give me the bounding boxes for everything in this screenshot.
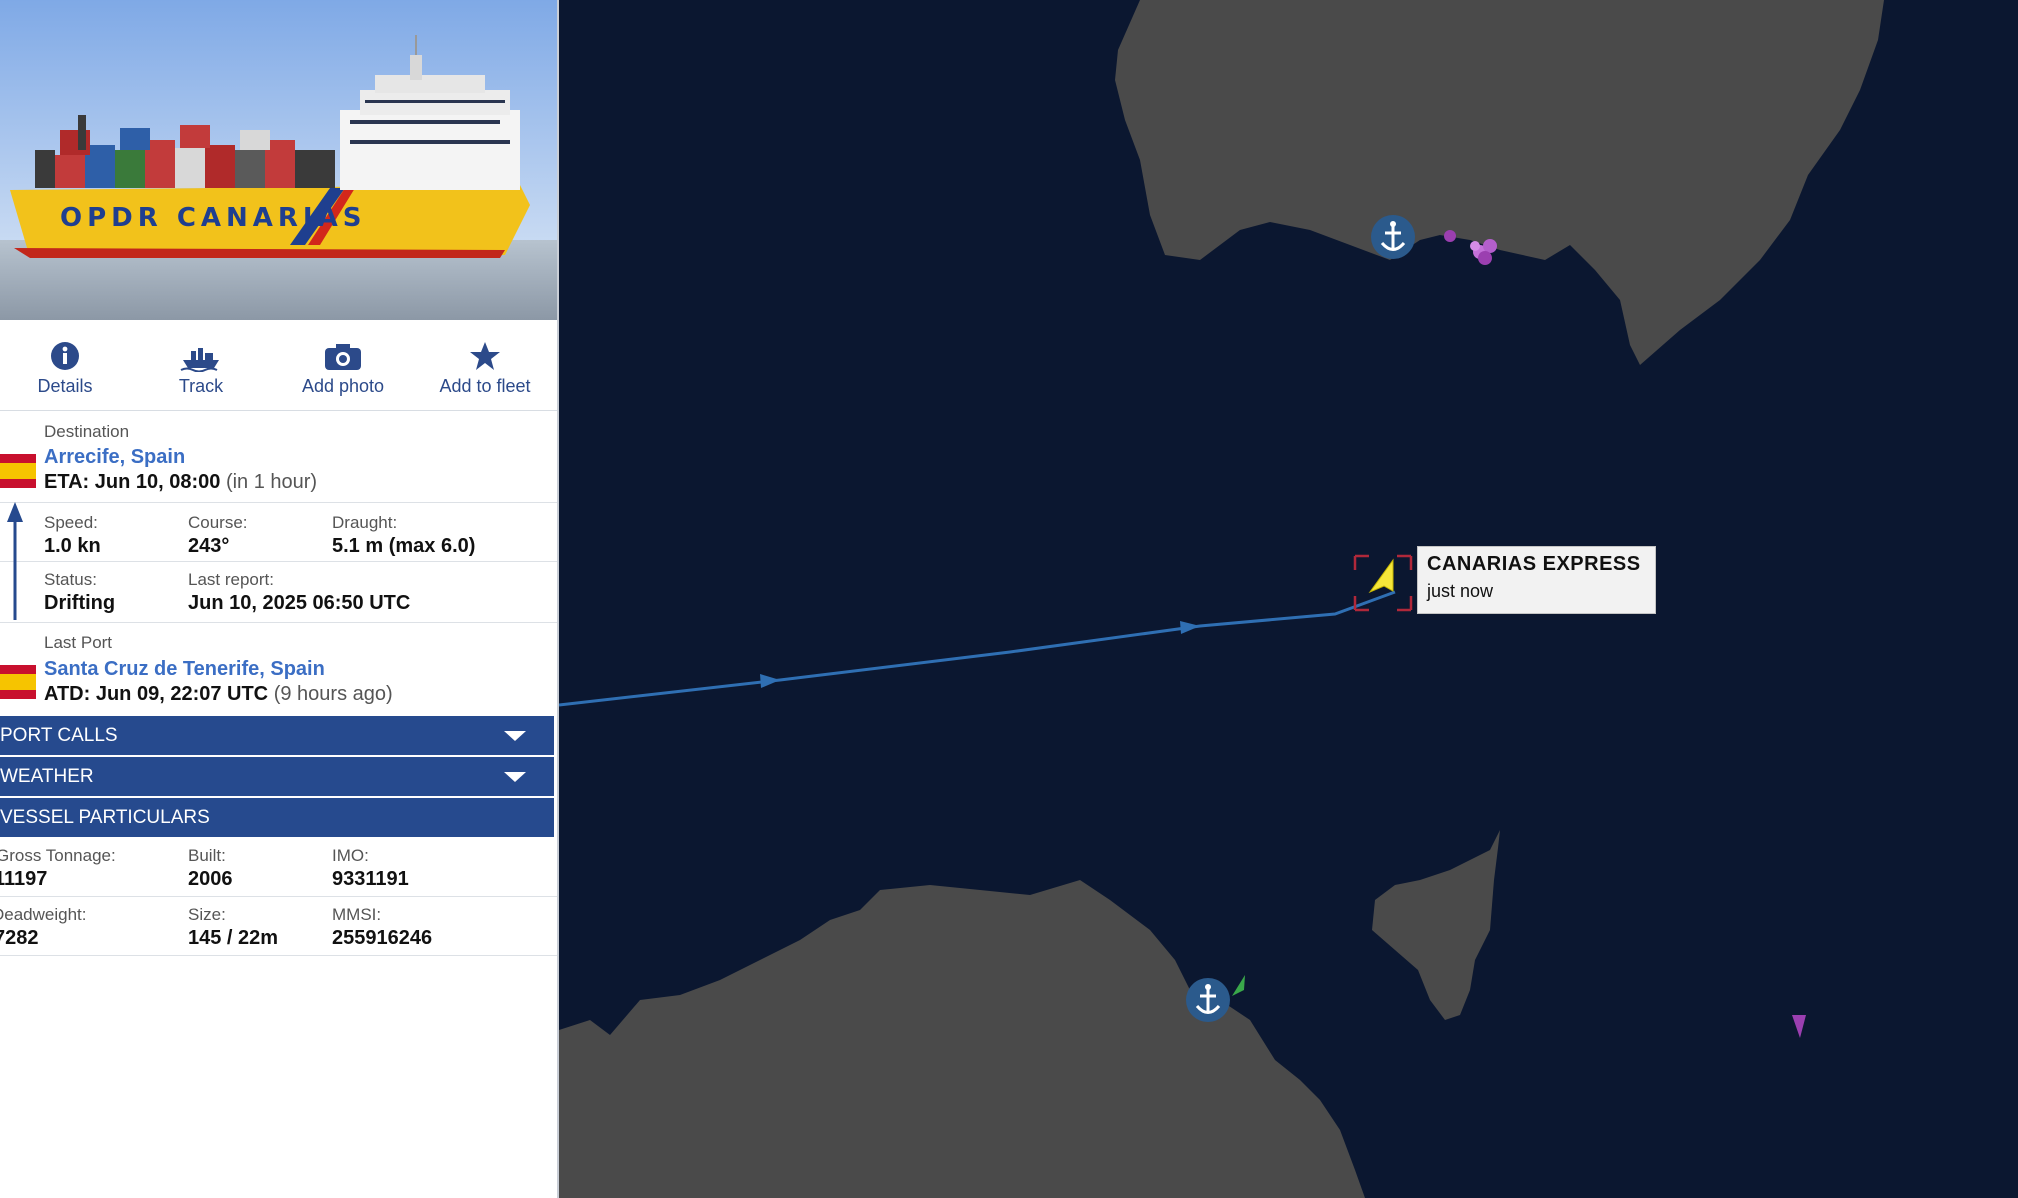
navigation-section: Speed: 1.0 kn Course: 243° Draught: 5.1 … (0, 503, 557, 562)
mmsi-value: 255916246 (332, 927, 433, 949)
port-calls-section-header[interactable]: PORT CALLS (0, 716, 554, 755)
last-port-section: Last Port Santa Cruz de Tenerife, Spain … (0, 623, 557, 715)
size-value: 145 / 22m (188, 927, 279, 949)
eta-row: ETA: Jun 10, 08:00 (in 1 hour) (44, 471, 317, 494)
add-to-fleet-button[interactable]: Add to fleet (420, 340, 550, 406)
anchorage-south-icon[interactable] (1186, 978, 1230, 1022)
draught-value: 5.1 m (max 6.0) (332, 535, 476, 557)
info-icon (0, 340, 130, 374)
add-photo-label: Add photo (301, 376, 385, 396)
map-canvas[interactable] (559, 0, 2018, 1198)
svg-text:OPDR CANARIAS: OPDR CANARIAS (60, 203, 366, 233)
ship-track-icon (136, 340, 266, 374)
eta-value: Jun 10, 08:00 (94, 471, 221, 493)
last-report-label: Last report: (188, 570, 274, 589)
eta-relative: (in 1 hour) (225, 471, 318, 493)
built-value: 2006 (188, 868, 233, 890)
vessel-photo[interactable]: OPDR CANARIAS (0, 0, 557, 320)
atd-relative: (9 hours ago) (273, 683, 393, 705)
particulars-row-1: Gross Tonnage: 11197 Built: 2006 IMO: 93… (0, 838, 557, 897)
built-label: Built: (188, 846, 226, 865)
track-label: Track (178, 376, 224, 396)
vessel-info-panel: OPDR CANARIAS Details Track Add photo Ad… (0, 0, 559, 1198)
spain-flag-icon (0, 454, 36, 488)
heading-arrow-icon (7, 502, 23, 620)
details-button[interactable]: Details (0, 340, 130, 406)
course-value: 243° (188, 535, 230, 557)
atd-value: Jun 09, 22:07 UTC (95, 683, 269, 705)
gross-tonnage-label: Gross Tonnage: (0, 846, 116, 865)
destination-label: Destination (44, 422, 130, 441)
port-calls-title: PORT CALLS (0, 725, 118, 746)
last-port-label: Last Port (44, 633, 113, 652)
vessel-actions-bar: Details Track Add photo Add to fleet (0, 322, 557, 411)
track-button[interactable]: Track (136, 340, 266, 406)
chevron-down-icon (504, 772, 526, 782)
add-photo-button[interactable]: Add photo (278, 340, 408, 406)
eta-label: ETA: (44, 471, 90, 493)
vessel-tooltip[interactable]: CANARIAS EXPRESS just now (1417, 546, 1656, 614)
vessel-marker-purple[interactable] (1444, 230, 1456, 242)
atd-label: ATD: (44, 683, 91, 705)
deadweight-label: Deadweight: (0, 905, 87, 924)
anchorage-north-icon[interactable] (1371, 215, 1415, 259)
gross-tonnage-value: 11197 (0, 868, 48, 890)
imo-value: 9331191 (332, 868, 409, 890)
draught-label: Draught: (332, 513, 398, 532)
vessel-particulars-title: VESSEL PARTICULARS (0, 807, 210, 828)
weather-title: WEATHER (0, 766, 94, 787)
atd-row: ATD: Jun 09, 22:07 UTC (9 hours ago) (44, 683, 393, 706)
status-section: Status: Drifting Last report: Jun 10, 20… (0, 562, 557, 623)
destination-port-link[interactable]: Arrecife, Spain (44, 446, 185, 469)
particulars-row-2: Deadweight: 7282 Size: 145 / 22m MMSI: 2… (0, 897, 557, 956)
last-port-link[interactable]: Santa Cruz de Tenerife, Spain (44, 658, 325, 681)
deadweight-value: 7282 (0, 927, 39, 949)
destination-section: Destination Arrecife, Spain ETA: Jun 10,… (0, 412, 557, 503)
vessel-particulars-section-header[interactable]: VESSEL PARTICULARS (0, 798, 554, 837)
add-to-fleet-label: Add to fleet (439, 376, 531, 396)
spain-flag-icon (0, 665, 36, 699)
imo-label: IMO: (332, 846, 369, 865)
status-value: Drifting (44, 592, 116, 614)
size-label: Size: (188, 905, 226, 924)
weather-section-header[interactable]: WEATHER (0, 757, 554, 796)
mmsi-label: MMSI: (332, 905, 382, 924)
vessel-tooltip-time: just now (1427, 581, 1494, 601)
last-report-value: Jun 10, 2025 06:50 UTC (188, 592, 411, 614)
vessel-tooltip-name: CANARIAS EXPRESS (1427, 553, 1641, 575)
camera-icon (278, 340, 408, 374)
course-label: Course: (188, 513, 248, 532)
status-label: Status: (44, 570, 97, 589)
star-icon (420, 340, 550, 374)
speed-value: 1.0 kn (44, 535, 101, 557)
chevron-down-icon (504, 731, 526, 741)
details-label: Details (37, 376, 93, 396)
speed-label: Speed: (44, 513, 98, 532)
